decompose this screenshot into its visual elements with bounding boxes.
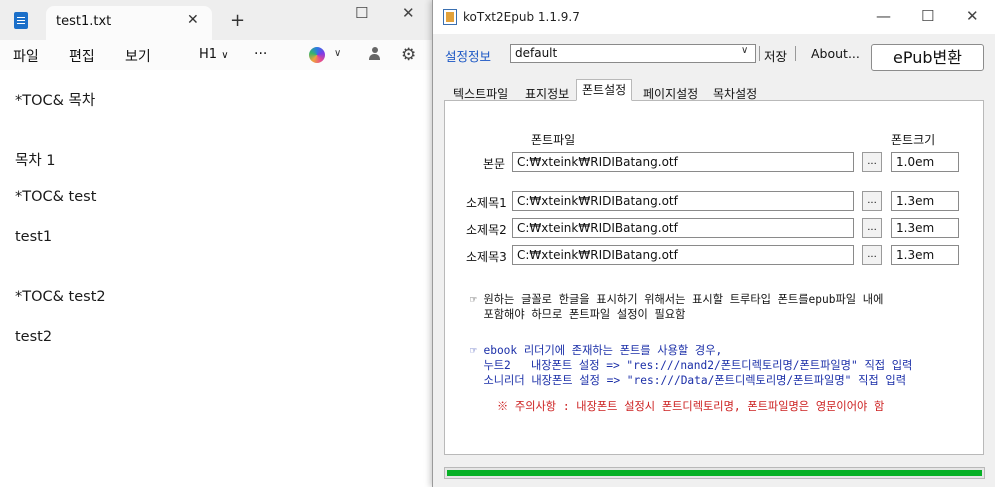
note-nook2: 누트2 내장폰트 설정 => "res:///nand2/폰트디렉토리명/폰트파… [470,359,913,372]
text-line: *TOC& 목차 [15,93,96,109]
browse-button[interactable]: ... [862,152,882,172]
font-path-input-sub3[interactable]: C:₩xteink₩RIDIBatang.otf [512,245,854,265]
text-line: test1 [15,229,53,245]
notepad-menubar: 파일 편집 보기 H1 ∨ ··· [0,40,432,70]
note-sony-reader: 소니리더 내장폰트 설정 => "res:///Data/폰트디렉토리명/폰트파… [470,374,906,387]
settings-label: 설정정보 [445,49,492,64]
maximize-icon[interactable]: ☐ [355,4,368,22]
save-button[interactable]: 저장 [764,46,787,65]
warning-note: ※ 주의사항 : 내장폰트 설정시 폰트디렉토리명, 폰트파일명은 영문이어야 … [497,400,885,413]
row-label-body: 본문 [483,157,506,171]
divider [759,46,760,61]
font-size-input-sub3[interactable]: 1.3em [891,245,959,265]
note-truetype-cont: 포함해야 하므로 폰트파일 설정이 필요함 [470,308,686,321]
maximize-icon[interactable]: ☐ [921,7,934,25]
more-options-icon[interactable]: ··· [254,46,267,62]
epub-convert-button[interactable]: ePub변환 [871,44,984,71]
tab-font-settings[interactable]: 폰트설정 [576,79,633,101]
close-window-icon[interactable]: ✕ [966,7,979,25]
tab-toc-settings[interactable]: 목차설정 [707,83,763,101]
row-label-sub3: 소제목3 [466,250,507,264]
tab-cover-info[interactable]: 표지정보 [519,83,575,101]
menu-file[interactable]: 파일 [13,46,39,66]
font-path-input-sub1[interactable]: C:₩xteink₩RIDIBatang.otf [512,191,854,211]
font-size-header: 폰트크기 [891,133,936,147]
row-label-sub2: 소제목2 [466,223,507,237]
font-settings-panel: 폰트파일 폰트크기 본문 C:₩xteink₩RIDIBatang.otf ..… [444,101,984,455]
text-line: *TOC& test [15,189,97,205]
copilot-chevron-down-icon[interactable]: ∨ [334,48,341,59]
app-title: koTxt2Epub 1.1.9.7 [463,10,580,24]
note-truetype: ☞ 원하는 글꼴로 한글을 표시하기 위해서는 표시할 트루타입 폰트를epub… [470,293,884,306]
font-size-input-sub1[interactable]: 1.3em [891,191,959,211]
preset-select[interactable]: default ∨ [510,44,756,63]
divider [795,46,796,61]
account-icon[interactable] [369,47,380,60]
text-line: *TOC& test2 [15,289,106,305]
app-icon [443,9,457,25]
font-path-input-body[interactable]: C:₩xteink₩RIDIBatang.otf [512,152,854,172]
new-tab-icon[interactable]: + [230,10,245,31]
chevron-down-icon: ∨ [221,50,229,61]
progress-fill [447,470,982,476]
notepad-titlebar: test1.txt ✕ + ☐ ✕ [0,0,432,40]
notepad-document-icon [14,12,28,29]
notepad-tab-title: test1.txt [56,14,112,29]
font-path-input-sub2[interactable]: C:₩xteink₩RIDIBatang.otf [512,218,854,238]
about-button[interactable]: About... [811,46,860,61]
text-line: test2 [15,329,53,345]
font-size-input-sub2[interactable]: 1.3em [891,218,959,238]
heading-dropdown-label: H1 [199,47,218,62]
menu-edit[interactable]: 편집 [69,46,95,66]
browse-button[interactable]: ... [862,191,882,211]
font-size-input-body[interactable]: 1.0em [891,152,959,172]
progress-bar [444,467,985,479]
gear-icon[interactable]: ⚙ [401,45,416,65]
close-tab-icon[interactable]: ✕ [187,12,199,28]
browse-button[interactable]: ... [862,218,882,238]
preset-value: default [515,46,558,60]
chevron-down-icon: ∨ [741,45,749,56]
copilot-icon[interactable] [309,47,325,63]
heading-dropdown[interactable]: H1 ∨ [199,47,229,62]
notepad-window: test1.txt ✕ + ☐ ✕ 파일 편집 보기 H1 ∨ ··· ∨ ⚙ … [0,0,432,487]
menu-view[interactable]: 보기 [125,46,151,66]
row-label-sub1: 소제목1 [466,196,507,210]
notepad-tab[interactable]: test1.txt ✕ [46,6,212,40]
note-builtin-font: ☞ ebook 리더기에 존재하는 폰트를 사용할 경우, [470,344,723,357]
tab-page-settings[interactable]: 페이지설정 [637,83,704,101]
font-file-header: 폰트파일 [531,133,576,147]
text-line: 목차 1 [15,153,56,169]
tab-text-file[interactable]: 텍스트파일 [447,83,514,101]
kotxt2epub-window: koTxt2Epub 1.1.9.7 — ☐ ✕ 설정정보 default ∨ … [432,0,995,487]
browse-button[interactable]: ... [862,245,882,265]
close-window-icon[interactable]: ✕ [402,4,415,22]
app-titlebar: koTxt2Epub 1.1.9.7 — ☐ ✕ [433,0,995,34]
minimize-icon[interactable]: — [876,7,891,25]
